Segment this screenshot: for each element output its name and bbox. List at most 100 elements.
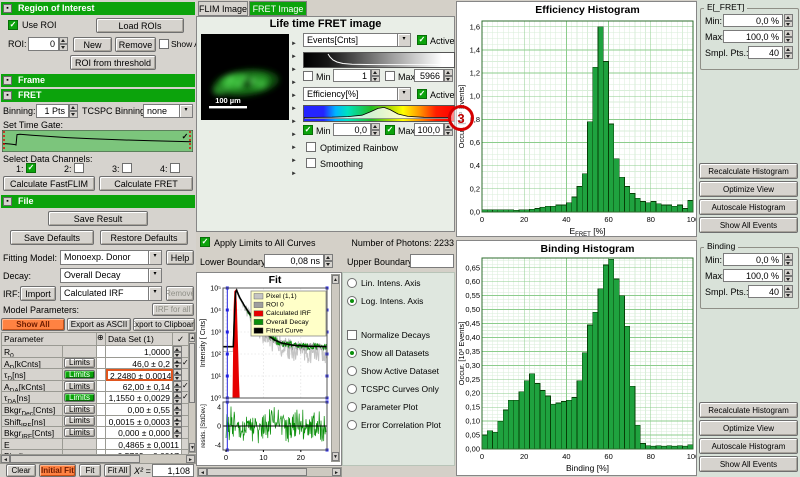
fit-vscrollbar[interactable]: ▲ ▼ [331,274,340,462]
events-channel-select[interactable]: Events[Cnts] ▾ [303,33,411,47]
limits-button[interactable]: Limits [64,416,95,426]
collapse-icon[interactable]: ▪ [3,4,12,13]
spinner-down-icon[interactable] [371,130,380,137]
param-spinner[interactable] [173,404,182,416]
efret-recalculate-histogram-button[interactable]: Recalculate Histogram [699,163,798,179]
param-value[interactable]: 0,0015 ± 0,0003 [106,416,173,428]
binding-smpl-input[interactable]: 40 [748,285,783,298]
roi-from-threshold-button[interactable]: ROI from threshold [70,55,156,70]
param-spinner[interactable] [173,427,182,439]
time-gate-chart[interactable]: ✓ [2,130,193,152]
import-irf-button[interactable]: Import [20,286,56,301]
efficiency-histogram[interactable]: Efficiency Histogram0,00,20,40,60,81,01,… [457,2,696,236]
calculate-fastflim-button[interactable]: Calculate FastFLIM [3,176,95,191]
param-spinner[interactable] [173,346,182,358]
spinner-down-icon[interactable] [784,21,793,28]
param-spinner[interactable] [173,392,182,404]
radio-show-active-dataset[interactable] [347,366,357,376]
spinner-down-icon[interactable] [784,276,793,283]
binding-min-spinner[interactable] [784,253,793,266]
fit-button[interactable]: Fit [79,464,101,477]
binning-spinner[interactable] [69,104,78,118]
chevron-down-icon[interactable]: ▾ [148,269,161,282]
clear-button[interactable]: Clear [6,464,36,477]
smoothing-checkbox[interactable] [306,158,316,168]
efficiency-channel-select[interactable]: Efficiency[%] ▾ [303,87,411,101]
collapse-icon[interactable]: ▪ [3,76,12,85]
fitting-model-select[interactable]: Monoexp. Donor ▾ [60,250,162,265]
fit-hscrollbar[interactable]: ◄ ► [197,467,342,477]
remove-roi-button[interactable]: Remove [115,37,156,52]
scroll-down-icon[interactable]: ▼ [332,452,339,461]
calculate-fret-button[interactable]: Calculate FRET [99,176,193,191]
help-button[interactable]: Help [166,250,194,265]
lower-boundary-spinner[interactable] [324,254,333,268]
param-value[interactable]: 2,2480 ± 0,0014 [106,369,173,381]
param-value[interactable]: 0,00 ± 0,55 [106,404,173,416]
efficiency-min-spinner[interactable] [371,123,380,136]
param-value[interactable]: 0,000 ± 0,000 [106,427,173,439]
save-defaults-button[interactable]: Save Defaults [10,230,94,245]
efficiency-min-checkbox[interactable] [303,125,313,135]
chevron-down-icon[interactable]: ▾ [179,105,192,117]
spinner-down-icon[interactable] [444,76,453,83]
efret-max-spinner[interactable] [784,30,793,43]
spinner-up-icon[interactable] [69,104,78,111]
efret-optimize-view-button[interactable]: Optimize View [699,181,798,197]
left-hscrollbar-thumb[interactable] [10,455,140,463]
load-rois-button[interactable]: Load ROIs [96,18,184,33]
channel-2-checkbox[interactable] [74,163,84,173]
column-header-parameter[interactable]: Parameter [2,333,97,346]
collapse-icon[interactable]: ▪ [3,197,12,206]
channel-4-checkbox[interactable] [170,163,180,173]
scroll-left-icon[interactable]: ◄ [1,455,10,463]
spinner-down-icon[interactable] [444,130,453,137]
irf-select[interactable]: Calculated IRF ▾ [60,286,162,301]
binding-max-spinner[interactable] [784,269,793,282]
spinner-down-icon[interactable] [784,260,793,267]
efficiency-max-input[interactable]: 100,0 [414,123,444,136]
table-vscrollbar[interactable]: ▲ ▼ [188,332,196,453]
radio-tcspc-curves-only[interactable] [347,384,357,394]
chevron-down-icon[interactable]: ▾ [148,251,161,264]
binding-show-all-events-button[interactable]: Show All Events [699,456,798,472]
spinner-down-icon[interactable] [784,292,793,299]
efret-smpl-spinner[interactable] [784,46,793,59]
param-spinner[interactable] [173,381,182,393]
efficiency-min-input[interactable]: 0,0 [333,123,371,136]
param-value[interactable]: 1,0000 [106,346,173,358]
remove-irf-button[interactable]: Remove [166,286,194,301]
binding-smpl-spinner[interactable] [784,285,793,298]
section-header-frame[interactable]: ▪ Frame [1,74,195,87]
upper-boundary-input[interactable] [410,254,454,268]
efficiency-max-checkbox[interactable] [385,125,395,135]
initial-fit-button[interactable]: Initial Fit [39,464,76,477]
collapse-icon[interactable]: ▪ [3,91,12,100]
channel-3-checkbox[interactable] [122,163,132,173]
spinner-down-icon[interactable] [69,111,78,118]
fit-all-button[interactable]: Fit All [104,464,131,477]
events-max-checkbox[interactable] [385,71,395,81]
scroll-down-icon[interactable]: ▼ [189,443,195,452]
efficiency-active-checkbox[interactable] [417,89,427,99]
radio-show-all-datasets[interactable] [347,348,357,358]
binding-histogram[interactable]: Binding Histogram0,000,050,100,150,200,2… [457,241,696,475]
param-spinner[interactable] [173,358,182,370]
section-header-file[interactable]: ▪ File [1,195,195,208]
efret-min-input[interactable]: 0,0 % [723,14,783,27]
events-min-spinner[interactable] [371,69,380,82]
events-min-input[interactable]: 1 [333,69,371,82]
spinner-up-icon[interactable] [59,37,68,44]
spinner-down-icon[interactable] [784,37,793,44]
spinner-down-icon[interactable] [784,53,793,60]
limits-button[interactable]: Limits [64,393,95,403]
spinner-down-icon[interactable] [59,44,68,51]
param-spinner[interactable] [173,369,182,381]
efret-autoscale-histogram-button[interactable]: Autoscale Histogram [699,199,798,215]
binning-input[interactable]: 1 Pts [36,104,69,118]
param-value[interactable]: 1,1550 ± 0,0029 [106,392,173,404]
limits-button[interactable]: Limits [64,381,95,391]
events-max-spinner[interactable] [444,69,453,82]
limits-button[interactable]: Limits [64,370,95,380]
roi-spinner[interactable] [59,37,68,51]
